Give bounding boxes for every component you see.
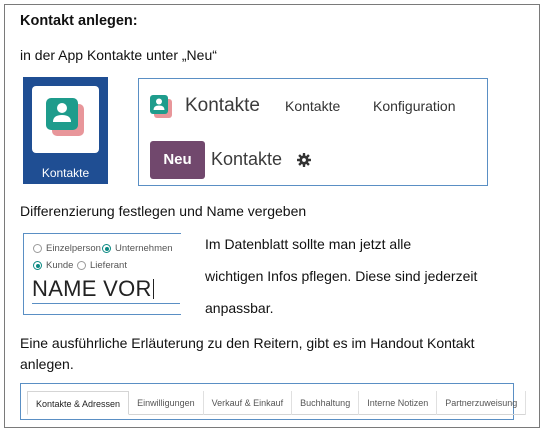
radio-circle[interactable] xyxy=(33,244,42,253)
explanation-text: Eine ausführliche Erläuterung zu den Rei… xyxy=(20,335,475,372)
intro-text: in der App Kontakte unter „Neu“ xyxy=(20,47,217,63)
tab-einwilligungen[interactable]: Einwilligungen xyxy=(129,391,204,415)
radio-label: Einzelperson xyxy=(46,243,101,254)
radio-einzelperson[interactable]: Einzelperson xyxy=(33,243,101,254)
info-line-1: Im Datenblatt sollte man jetzt alle xyxy=(205,236,412,252)
radio-circle-selected[interactable] xyxy=(33,261,42,270)
app-tile-label: Kontakte xyxy=(41,166,90,180)
radio-circle-selected[interactable] xyxy=(102,244,111,253)
info-line-3: anpassbar. xyxy=(205,300,274,316)
breadcrumb-title: Kontakte xyxy=(211,149,283,169)
radio-kunde[interactable]: Kunde xyxy=(33,260,73,271)
tab-interne-notizen[interactable]: Interne Notizen xyxy=(359,391,438,415)
radio-label: Kunde xyxy=(46,260,74,271)
text-cursor xyxy=(152,279,154,299)
tab-verkauf-einkauf[interactable]: Verkauf & Einkauf xyxy=(204,391,293,415)
info-line-2: wichtigen Infos pflegen. Diese sind jede… xyxy=(205,268,478,284)
nav-menu-konfiguration[interactable]: Konfiguration xyxy=(373,98,456,114)
name-input[interactable]: NAME VOR xyxy=(32,276,180,304)
nav-app-title[interactable]: Kontakte xyxy=(185,95,260,117)
tab-partnerzuweisung[interactable]: Partnerzuweisung xyxy=(437,391,527,415)
name-input-value: NAME VOR xyxy=(32,276,152,301)
contact-form-screenshot: Einzelperson Unternehmen Kunde Lieferant… xyxy=(23,233,181,315)
tab-kontakte-adressen[interactable]: Kontakte & Adressen xyxy=(27,391,130,415)
new-button[interactable]: Neu xyxy=(150,141,205,179)
contacts-app-icon xyxy=(32,86,99,153)
page-heading: Kontakt anlegen: xyxy=(20,13,138,29)
radio-circle[interactable] xyxy=(77,261,86,270)
radio-label: Lieferant xyxy=(90,260,127,271)
gear-icon[interactable] xyxy=(296,152,312,168)
radio-unternehmen[interactable]: Unternehmen xyxy=(102,243,173,254)
odoo-navbar-screenshot: Kontakte Kontakte Konfiguration Neu Kont… xyxy=(138,78,488,186)
contacts-app-tile[interactable]: Kontakte xyxy=(23,77,108,184)
radio-lieferant[interactable]: Lieferant xyxy=(77,260,127,271)
radio-label: Unternehmen xyxy=(115,243,173,254)
contacts-app-icon[interactable] xyxy=(149,93,173,119)
tabs-screenshot: Kontakte & Adressen Einwilligungen Verka… xyxy=(20,383,527,420)
tab-bar: Kontakte & Adressen Einwilligungen Verka… xyxy=(27,391,527,415)
tab-buchhaltung[interactable]: Buchhaltung xyxy=(292,391,360,415)
nav-menu-kontakte[interactable]: Kontakte xyxy=(285,98,340,114)
differentiation-text: Differenzierung festlegen und Name verge… xyxy=(20,203,307,219)
